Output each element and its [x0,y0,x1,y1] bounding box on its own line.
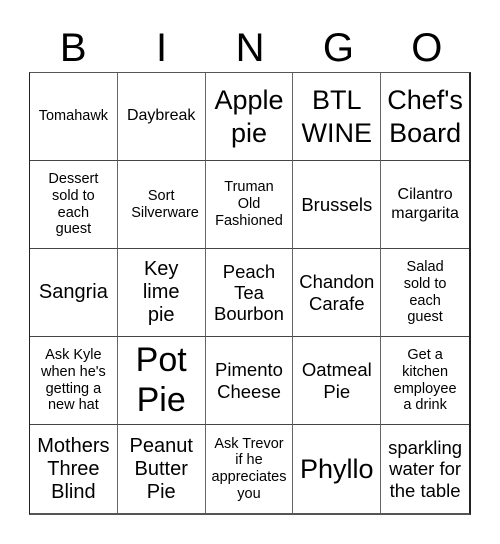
cell-text: Daybreak [126,107,196,125]
cell-text: Chef's Board [387,85,463,148]
cell-text: Mothers Three Blind [37,434,110,503]
cell-text: Oatmeal Pie [301,359,372,402]
bingo-cell[interactable]: Ask Trevor if he appreciates you [206,425,294,513]
bingo-cell[interactable]: Sort Silverware [117,161,206,249]
bingo-cell[interactable]: Peach Tea Bourbon [205,249,294,337]
bingo-cell[interactable]: Chandon Carafe [293,249,382,337]
header-letter-i: I [156,26,168,70]
bingo-cell[interactable]: Peanut Butter Pie [118,425,206,513]
header-letter-g: G [322,26,354,70]
bingo-cell[interactable]: Mothers Three Blind [30,425,118,513]
bingo-cell[interactable]: Brussels [293,161,382,249]
cell-text: Peach Tea Bourbon [214,260,284,325]
cell-text: Ask Kyle when he's getting a new hat [40,347,106,414]
bingo-cell[interactable]: sparkling water for the table [381,425,469,513]
header-letter-o: O [411,26,443,70]
bingo-cell[interactable]: Cilantro margarita [381,161,469,249]
bingo-cell[interactable]: Dessert sold to each guest [30,161,118,249]
cell-text: Truman Old Fashioned [215,179,283,229]
cell-text: Phyllo [300,453,374,484]
header-letter-n: N [235,26,265,70]
cell-text: Sort Silverware [131,187,199,221]
bingo-cell[interactable]: Ask Kyle when he's getting a new hat [30,337,118,425]
cell-text: Ask Trevor if he appreciates you [211,435,287,502]
cell-text: Salad sold to each guest [403,259,447,326]
cell-text: Get a kitchen employee a drink [393,347,457,414]
bingo-cell[interactable]: Phyllo [293,425,382,513]
bingo-cell[interactable]: Pot Pie [117,337,206,425]
bingo-cell[interactable]: Chef's Board [381,73,469,161]
bingo-cell[interactable]: Oatmeal Pie [293,337,382,425]
cell-text: Peanut Butter Pie [129,434,193,503]
cell-text: Cilantro margarita [391,186,459,222]
cell-text: Apple pie [214,85,284,148]
bingo-board: Tomahawk Daybreak Apple pie BTL WINE Che… [29,72,471,515]
bingo-header: B I N G O [29,24,471,72]
bingo-cell[interactable]: Daybreak [117,73,206,161]
cell-text: Pimento Cheese [215,359,283,402]
cell-text: sparkling water for the table [388,437,463,501]
bingo-cell[interactable]: Pimento Cheese [205,337,294,425]
cell-text: Brussels [301,193,373,215]
bingo-cell[interactable]: Sangria [30,249,118,337]
header-letter-b: B [59,26,87,70]
bingo-cell[interactable]: Salad sold to each guest [381,249,469,337]
bingo-cell[interactable]: Tomahawk [30,73,118,161]
cell-text: BTL WINE [301,85,373,148]
cell-text: Key lime pie [142,258,180,326]
cell-text: Tomahawk [38,108,109,125]
cell-text: Dessert sold to each guest [48,171,99,238]
bingo-cell[interactable]: BTL WINE [293,73,382,161]
bingo-cell[interactable]: Truman Old Fashioned [205,161,294,249]
bingo-cell[interactable]: Key lime pie [117,249,206,337]
cell-text: Sangria [38,281,108,303]
cell-text: Chandon Carafe [299,271,375,314]
bingo-cell[interactable]: Apple pie [205,73,294,161]
bingo-cell[interactable]: Get a kitchen employee a drink [381,337,469,425]
cell-text: Pot Pie [135,341,187,419]
